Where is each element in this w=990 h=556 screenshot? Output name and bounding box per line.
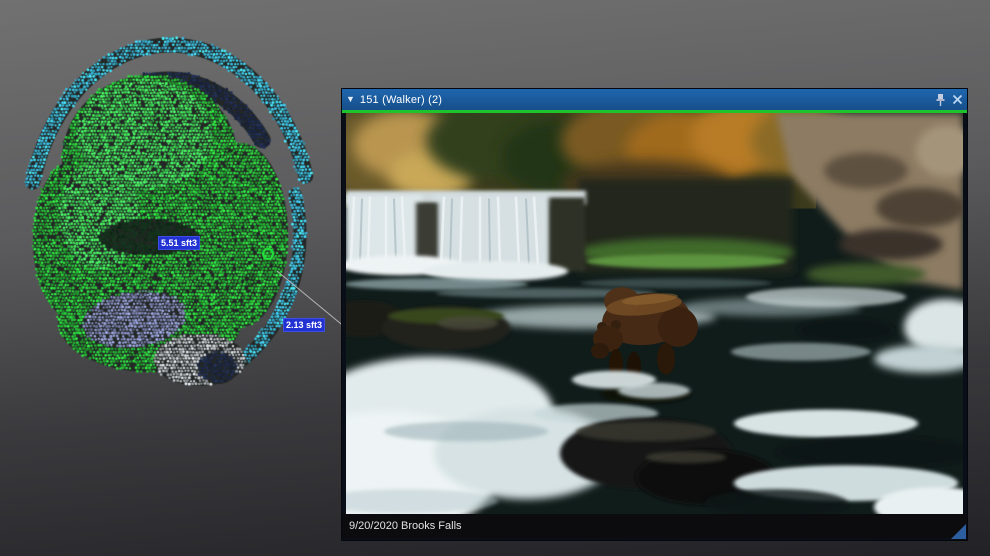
window-titlebar[interactable]: ▼ 151 (Walker) (2) xyxy=(342,89,967,110)
photo xyxy=(346,113,963,514)
caption-bar: 9/20/2020 Brooks Falls xyxy=(342,514,967,538)
pin-icon[interactable] xyxy=(935,93,946,107)
volume-label-2: 2.13 sft3 xyxy=(283,318,325,332)
photo-image xyxy=(346,113,963,514)
close-icon[interactable] xyxy=(952,94,963,105)
resize-grip-icon[interactable] xyxy=(951,524,966,539)
photo-rockwall xyxy=(578,179,794,274)
window-title: 151 (Walker) (2) xyxy=(360,94,930,106)
collapse-icon[interactable]: ▼ xyxy=(346,95,355,104)
pointcloud-canvas[interactable] xyxy=(10,30,350,420)
photo-waterfall xyxy=(346,191,586,282)
photo-caption: 9/20/2020 Brooks Falls xyxy=(342,520,462,532)
volume-label-1: 5.51 sft3 xyxy=(158,236,200,250)
photo-window: ▼ 151 (Walker) (2) xyxy=(341,88,968,541)
